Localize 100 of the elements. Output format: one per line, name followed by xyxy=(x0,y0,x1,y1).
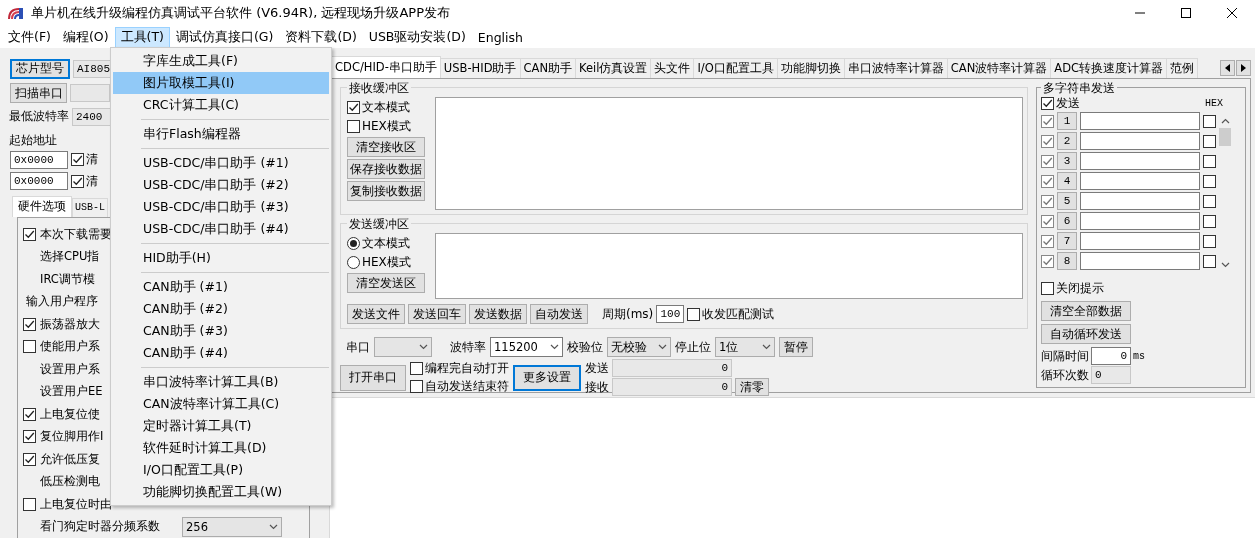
tab[interactable]: 范例 xyxy=(1166,58,1199,78)
more-settings-button[interactable]: 更多设置 xyxy=(513,364,581,391)
checkbox[interactable] xyxy=(1203,194,1216,208)
action-button[interactable]: 清空发送区 xyxy=(347,273,425,293)
string-field[interactable] xyxy=(1080,232,1200,250)
checkbox[interactable] xyxy=(1041,134,1054,148)
checkbox[interactable] xyxy=(1041,254,1054,268)
string-field[interactable] xyxy=(1080,212,1200,230)
checkbox[interactable] xyxy=(1041,154,1054,168)
checkbox[interactable] xyxy=(23,340,36,354)
baud-dropdown[interactable]: 115200 xyxy=(490,337,563,357)
string-field[interactable] xyxy=(1080,152,1200,170)
action-button[interactable]: 自动循环发送 xyxy=(1041,324,1131,344)
chip-field[interactable]: AI805 xyxy=(73,59,113,78)
action-button[interactable]: 发送回车 xyxy=(408,304,466,324)
action-button[interactable]: 保存接收数据 xyxy=(347,159,425,179)
send-number-button[interactable]: 1 xyxy=(1057,112,1077,130)
checkbox[interactable] xyxy=(687,307,701,321)
checkbox[interactable] xyxy=(1041,194,1054,208)
checkbox[interactable] xyxy=(1203,214,1216,228)
send-number-button[interactable]: 6 xyxy=(1057,212,1077,230)
send-number-button[interactable]: 7 xyxy=(1057,232,1077,250)
menu-item[interactable]: CAN助手 (#2) xyxy=(113,298,329,320)
send-text-area[interactable] xyxy=(435,233,1023,299)
menu-item[interactable]: USB驱动安装(D) xyxy=(362,26,472,48)
parity-dropdown[interactable]: 无校验 xyxy=(607,337,671,357)
menu-item[interactable]: USB-CDC/串口助手 (#2) xyxy=(113,174,329,196)
scroll-right-button[interactable] xyxy=(1236,60,1251,76)
address-field[interactable]: 0x0000 xyxy=(10,150,68,169)
string-field[interactable] xyxy=(1080,172,1200,190)
menu-item[interactable]: 工具(T) xyxy=(114,26,170,48)
checkbox[interactable] xyxy=(1203,234,1216,248)
menu-item[interactable]: CAN助手 (#3) xyxy=(113,320,329,342)
action-button[interactable]: 清空全部数据 xyxy=(1041,301,1131,321)
string-field[interactable] xyxy=(1080,132,1200,150)
scroll-left-button[interactable] xyxy=(1220,60,1235,76)
menu-item[interactable]: 串口波特率计算工具(B) xyxy=(113,371,329,393)
radio-button[interactable] xyxy=(347,237,360,250)
chip-model-button[interactable]: 芯片型号 xyxy=(10,58,70,79)
checkbox[interactable] xyxy=(23,452,36,466)
menu-item[interactable]: CAN助手 (#1) xyxy=(113,276,329,298)
menu-item[interactable]: CRC计算工具(C) xyxy=(113,94,329,116)
checkbox[interactable] xyxy=(1203,154,1216,168)
checkbox[interactable] xyxy=(410,362,423,375)
checkbox[interactable] xyxy=(410,380,423,393)
dropdown[interactable]: 256 xyxy=(182,516,282,537)
menu-item[interactable]: 软件延时计算工具(D) xyxy=(113,437,329,459)
scan-port-button[interactable]: 扫描串口 xyxy=(10,83,67,104)
send-number-button[interactable]: 2 xyxy=(1057,132,1077,150)
checkbox[interactable] xyxy=(1041,97,1054,110)
menu-item[interactable]: CAN波特率计算工具(C) xyxy=(113,393,329,415)
menu-item[interactable]: 字库生成工具(F) xyxy=(113,50,329,72)
receive-text-area[interactable] xyxy=(435,97,1023,210)
string-field[interactable] xyxy=(1080,112,1200,130)
open-port-button[interactable]: 打开串口 xyxy=(340,364,406,391)
interval-field[interactable]: 0 xyxy=(1091,347,1131,365)
radio-button[interactable] xyxy=(347,256,360,269)
action-button[interactable]: 复制接收数据 xyxy=(347,181,425,201)
checkbox[interactable] xyxy=(23,317,36,331)
checkbox[interactable] xyxy=(23,227,36,241)
menu-item[interactable]: CAN助手 (#4) xyxy=(113,342,329,364)
menu-item[interactable]: 编程(O) xyxy=(56,26,115,48)
send-number-button[interactable]: 3 xyxy=(1057,152,1077,170)
send-number-button[interactable]: 5 xyxy=(1057,192,1077,210)
checkbox[interactable] xyxy=(1041,114,1054,128)
tab[interactable]: 硬件选项 xyxy=(12,196,72,217)
baud-field[interactable]: 2400 xyxy=(72,107,112,126)
checkbox[interactable] xyxy=(347,101,360,114)
action-button[interactable]: 发送数据 xyxy=(469,304,527,324)
send-number-button[interactable]: 8 xyxy=(1057,252,1077,270)
pause-button[interactable]: 暂停 xyxy=(779,337,813,357)
tab[interactable]: USB-L xyxy=(72,198,108,217)
menu-item[interactable]: 定时器计算工具(T) xyxy=(113,415,329,437)
menu-item[interactable]: English xyxy=(471,26,529,48)
menu-item[interactable]: USB-CDC/串口助手 (#1) xyxy=(113,152,329,174)
action-button[interactable]: 清空接收区 xyxy=(347,137,425,157)
clear-button[interactable]: 清零 xyxy=(735,378,769,396)
checkbox[interactable] xyxy=(23,430,36,444)
string-field[interactable] xyxy=(1080,252,1200,270)
menu-item[interactable]: 功能脚切换配置工具(W) xyxy=(113,481,329,503)
action-button[interactable]: 自动发送 xyxy=(530,304,588,324)
checkbox[interactable] xyxy=(347,120,360,133)
checkbox[interactable] xyxy=(1203,174,1216,188)
menu-item[interactable]: HID助手(H) xyxy=(113,247,329,269)
checkbox[interactable] xyxy=(1203,134,1216,148)
checkbox[interactable] xyxy=(23,497,36,511)
checkbox[interactable] xyxy=(71,153,84,167)
string-field[interactable] xyxy=(1080,192,1200,210)
checkbox[interactable] xyxy=(1041,282,1054,295)
address-field[interactable]: 0x0000 xyxy=(10,172,68,191)
checkbox[interactable] xyxy=(1041,174,1054,188)
stop-bits-dropdown[interactable]: 1位 xyxy=(715,337,775,357)
period-field[interactable]: 100 xyxy=(656,305,685,323)
checkbox[interactable] xyxy=(1203,114,1216,128)
menu-item[interactable]: USB-CDC/串口助手 (#3) xyxy=(113,196,329,218)
menu-item[interactable]: 文件(F) xyxy=(2,26,57,48)
menu-item[interactable]: 串行Flash编程器 xyxy=(113,123,329,145)
checkbox[interactable] xyxy=(1041,234,1054,248)
scrollbar-thumb[interactable] xyxy=(1219,128,1231,146)
menu-item[interactable]: 图片取模工具(I) xyxy=(113,72,329,94)
